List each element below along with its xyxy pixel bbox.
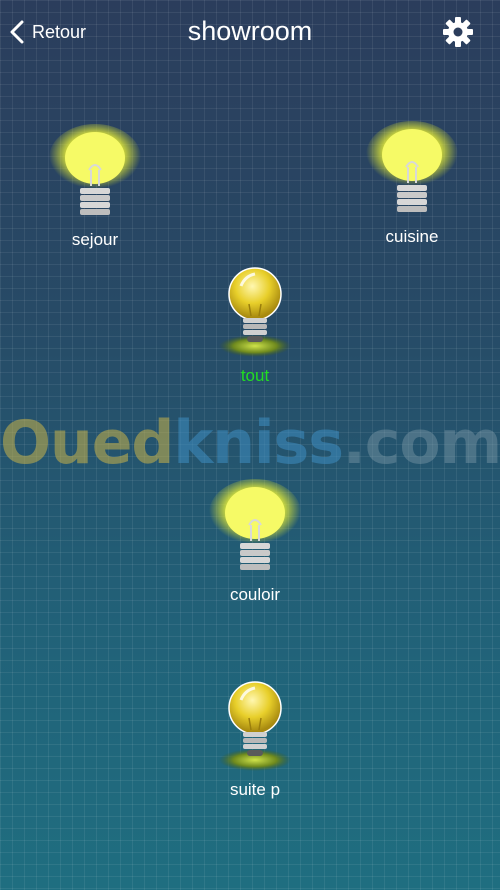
lightbulb-on-icon [209, 479, 301, 570]
watermark-part-3: .com [342, 408, 500, 478]
lamp-tout[interactable]: tout [195, 264, 315, 386]
lightbulb-off-icon [219, 681, 291, 771]
watermark-part-1: Oued [0, 408, 174, 478]
lightbulb-on-icon [49, 124, 141, 215]
lamp-cuisine[interactable]: cuisine [352, 121, 472, 247]
lamp-label-sejour: sejour [71, 230, 119, 249]
gear-icon[interactable] [442, 16, 474, 48]
page-title: showroom [187, 16, 313, 46]
lamp-label-couloir: couloir [229, 585, 281, 604]
watermark-part-2: kniss [173, 408, 344, 478]
lamp-sejour[interactable]: sejour [35, 124, 155, 250]
lightbulb-on-icon [366, 121, 458, 212]
lamp-couloir[interactable]: couloir [195, 479, 315, 605]
top-bar: Retour showroom [0, 0, 500, 64]
watermark: Ouedkniss.com [0, 408, 500, 478]
lamp-label-cuisine: cuisine [385, 227, 439, 246]
lamp-label-tout: tout [240, 366, 270, 385]
lightbulb-off-icon [219, 267, 291, 357]
lamp-label-suite-p: suite p [229, 780, 281, 799]
lamp-suite-p[interactable]: suite p [195, 678, 315, 800]
